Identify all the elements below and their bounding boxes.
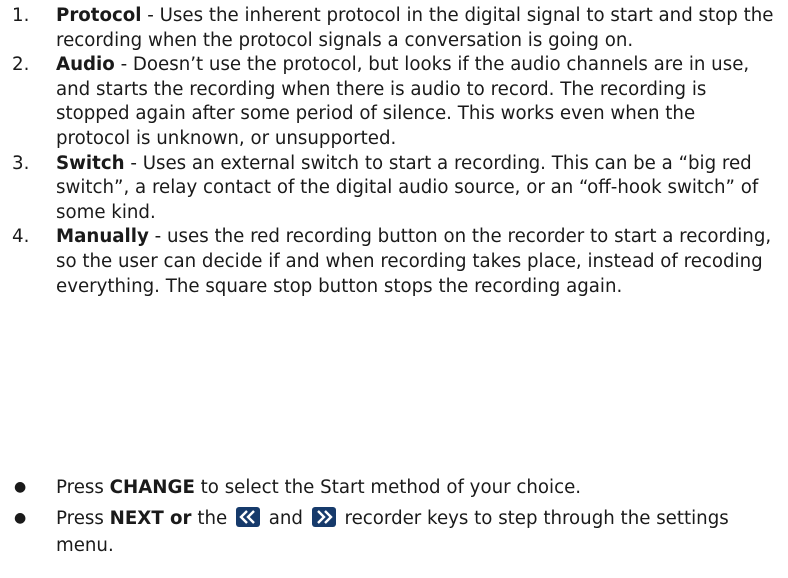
bullet-icon: ●: [14, 510, 27, 526]
description-audio: - Doesn’t use the protocol, but looks if…: [56, 54, 750, 149]
bullet-text: to select the Start method of your choic…: [194, 477, 582, 498]
rewind-key-icon: [235, 507, 260, 527]
instruction-bullets: ● Press CHANGE to select the Start metho…: [0, 474, 788, 563]
bullet-text: and: [262, 508, 309, 529]
list-number: 2.: [12, 54, 30, 76]
list-number: 3.: [12, 152, 30, 174]
term-protocol: Protocol: [56, 5, 142, 26]
bullet-text: the: [191, 508, 233, 529]
list-item-switch: 3. Switch - Uses an external switch to s…: [0, 152, 788, 226]
term-manually: Manually: [56, 226, 149, 248]
fast-forward-key-icon: [311, 507, 336, 527]
bullet-next: ● Press NEXT or the and recorder keys to…: [0, 505, 788, 559]
bullet-text: Press: [56, 508, 110, 529]
bullet-icon: ●: [14, 479, 27, 495]
list-item-protocol: 1. Protocol - Uses the inherent protocol…: [0, 4, 788, 53]
start-methods-list: 1. Protocol - Uses the inherent protocol…: [0, 4, 788, 299]
list-number: 1.: [12, 5, 30, 26]
bullet-change: ● Press CHANGE to select the Start metho…: [0, 474, 788, 501]
description-switch: - Uses an external switch to start a rec…: [56, 152, 759, 223]
next-key-label: NEXT or: [109, 508, 192, 529]
change-key-label: CHANGE: [109, 477, 195, 498]
description-manually: - uses the red recording button on the r…: [56, 226, 772, 297]
bullet-text: Press: [56, 477, 110, 498]
list-item-manually: 4. Manually - uses the red recording but…: [0, 225, 788, 299]
manual-page: 1. Protocol - Uses the inherent protocol…: [0, 0, 788, 578]
description-protocol: - Uses the inherent protocol in the digi…: [56, 5, 774, 51]
list-number: 4.: [12, 226, 30, 248]
term-switch: Switch: [56, 152, 125, 174]
term-audio: Audio: [56, 54, 115, 76]
list-item-audio: 2. Audio - Doesn’t use the protocol, but…: [0, 53, 788, 151]
